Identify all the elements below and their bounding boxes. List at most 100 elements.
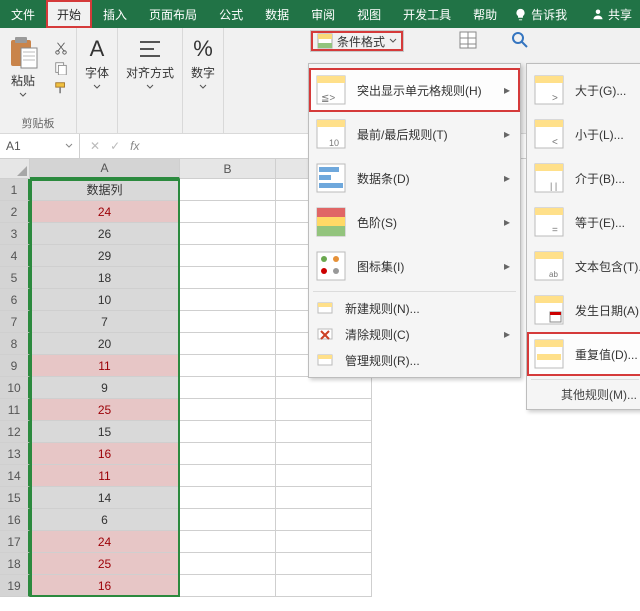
font-button[interactable]: A 字体 (83, 32, 111, 95)
cell[interactable] (180, 355, 276, 377)
row-header[interactable]: 8 (0, 333, 30, 355)
cell[interactable] (180, 531, 276, 553)
menu-tab[interactable]: 视图 (346, 0, 392, 28)
cell[interactable] (180, 553, 276, 575)
cell[interactable] (276, 399, 372, 421)
cell[interactable]: 25 (30, 553, 180, 575)
row-header[interactable]: 14 (0, 465, 30, 487)
cell[interactable] (180, 223, 276, 245)
cell[interactable]: 9 (30, 377, 180, 399)
conditional-format-button[interactable]: 条件格式 (310, 30, 404, 52)
row-header[interactable]: 11 (0, 399, 30, 421)
copy-icon[interactable] (54, 61, 68, 75)
row-header[interactable]: 17 (0, 531, 30, 553)
menu-tab[interactable]: 审阅 (300, 0, 346, 28)
row-header[interactable]: 1 (0, 179, 30, 201)
cell[interactable] (180, 377, 276, 399)
menu-tab[interactable]: 页面布局 (138, 0, 208, 28)
cell[interactable] (180, 399, 276, 421)
cf-menu-item[interactable]: 色阶(S)▸ (309, 200, 520, 244)
cell[interactable] (180, 201, 276, 223)
cf-menu-item[interactable]: 10最前/最后规则(T)▸ (309, 112, 520, 156)
row-header[interactable]: 15 (0, 487, 30, 509)
search-icon[interactable] (510, 30, 530, 50)
cell[interactable] (180, 421, 276, 443)
cell[interactable]: 25 (30, 399, 180, 421)
submenu-more-rules[interactable]: 其他规则(M)... (527, 383, 640, 405)
column-header-A[interactable]: A (30, 159, 180, 179)
column-header-B[interactable]: B (180, 159, 276, 179)
cell[interactable] (276, 487, 372, 509)
row-header[interactable]: 16 (0, 509, 30, 531)
cell[interactable] (180, 575, 276, 597)
cell[interactable]: 24 (30, 531, 180, 553)
align-button[interactable]: 对齐方式 (124, 32, 176, 95)
share-button[interactable]: 共享 (592, 6, 632, 23)
submenu-item[interactable]: ab文本包含(T)... (527, 244, 640, 288)
cell[interactable]: 数据列 (30, 179, 180, 201)
cell[interactable]: 29 (30, 245, 180, 267)
cell[interactable] (180, 267, 276, 289)
cell[interactable]: 10 (30, 289, 180, 311)
submenu-item[interactable]: | |介于(B)... (527, 156, 640, 200)
row-header[interactable]: 7 (0, 311, 30, 333)
cell[interactable]: 18 (30, 267, 180, 289)
cell[interactable] (276, 575, 372, 597)
cell[interactable] (180, 179, 276, 201)
name-box[interactable]: A1 (0, 134, 80, 158)
menu-tab[interactable]: 文件 (0, 0, 46, 28)
menu-tab[interactable]: 帮助 (462, 0, 508, 28)
cell[interactable] (180, 289, 276, 311)
row-header[interactable]: 10 (0, 377, 30, 399)
submenu-item[interactable]: 发生日期(A)... (527, 288, 640, 332)
cell[interactable] (276, 421, 372, 443)
enter-icon[interactable]: ✓ (110, 139, 120, 153)
cell[interactable] (276, 377, 372, 399)
cell[interactable]: 24 (30, 201, 180, 223)
row-header[interactable]: 9 (0, 355, 30, 377)
format-table-icon[interactable] (458, 30, 478, 50)
submenu-item[interactable]: >大于(G)... (527, 68, 640, 112)
menu-tab[interactable]: 开发工具 (392, 0, 462, 28)
row-header[interactable]: 4 (0, 245, 30, 267)
cancel-icon[interactable]: ✕ (90, 139, 100, 153)
cf-menu-item[interactable]: 数据条(D)▸ (309, 156, 520, 200)
cell[interactable] (180, 487, 276, 509)
paste-button[interactable]: 粘贴 (6, 32, 40, 103)
cell[interactable] (180, 311, 276, 333)
cell[interactable]: 11 (30, 355, 180, 377)
cf-menu-item[interactable]: 管理规则(R)... (309, 347, 520, 373)
cell[interactable] (276, 443, 372, 465)
cell[interactable] (276, 509, 372, 531)
cell[interactable] (276, 531, 372, 553)
row-header[interactable]: 18 (0, 553, 30, 575)
cell[interactable]: 7 (30, 311, 180, 333)
cell[interactable] (180, 245, 276, 267)
cell[interactable]: 14 (30, 487, 180, 509)
cell[interactable] (276, 465, 372, 487)
cell[interactable]: 16 (30, 443, 180, 465)
menu-tab[interactable]: 数据 (254, 0, 300, 28)
submenu-item[interactable]: <小于(L)... (527, 112, 640, 156)
cell[interactable] (180, 465, 276, 487)
row-header[interactable]: 13 (0, 443, 30, 465)
cell[interactable] (180, 509, 276, 531)
cell[interactable] (276, 553, 372, 575)
cell[interactable] (180, 333, 276, 355)
submenu-item[interactable]: =等于(E)... (527, 200, 640, 244)
cell[interactable] (180, 443, 276, 465)
cf-menu-item[interactable]: 图标集(I)▸ (309, 244, 520, 288)
tell-me[interactable]: 告诉我 (514, 6, 567, 23)
menu-tab[interactable]: 插入 (92, 0, 138, 28)
row-header[interactable]: 19 (0, 575, 30, 597)
cut-icon[interactable] (54, 41, 68, 55)
submenu-item[interactable]: 重复值(D)... (527, 332, 640, 376)
cell[interactable]: 20 (30, 333, 180, 355)
row-header[interactable]: 3 (0, 223, 30, 245)
cell[interactable]: 15 (30, 421, 180, 443)
menu-tab[interactable]: 公式 (208, 0, 254, 28)
menu-tab[interactable]: 开始 (46, 0, 92, 28)
cell[interactable]: 6 (30, 509, 180, 531)
cell[interactable]: 11 (30, 465, 180, 487)
cell[interactable]: 16 (30, 575, 180, 597)
